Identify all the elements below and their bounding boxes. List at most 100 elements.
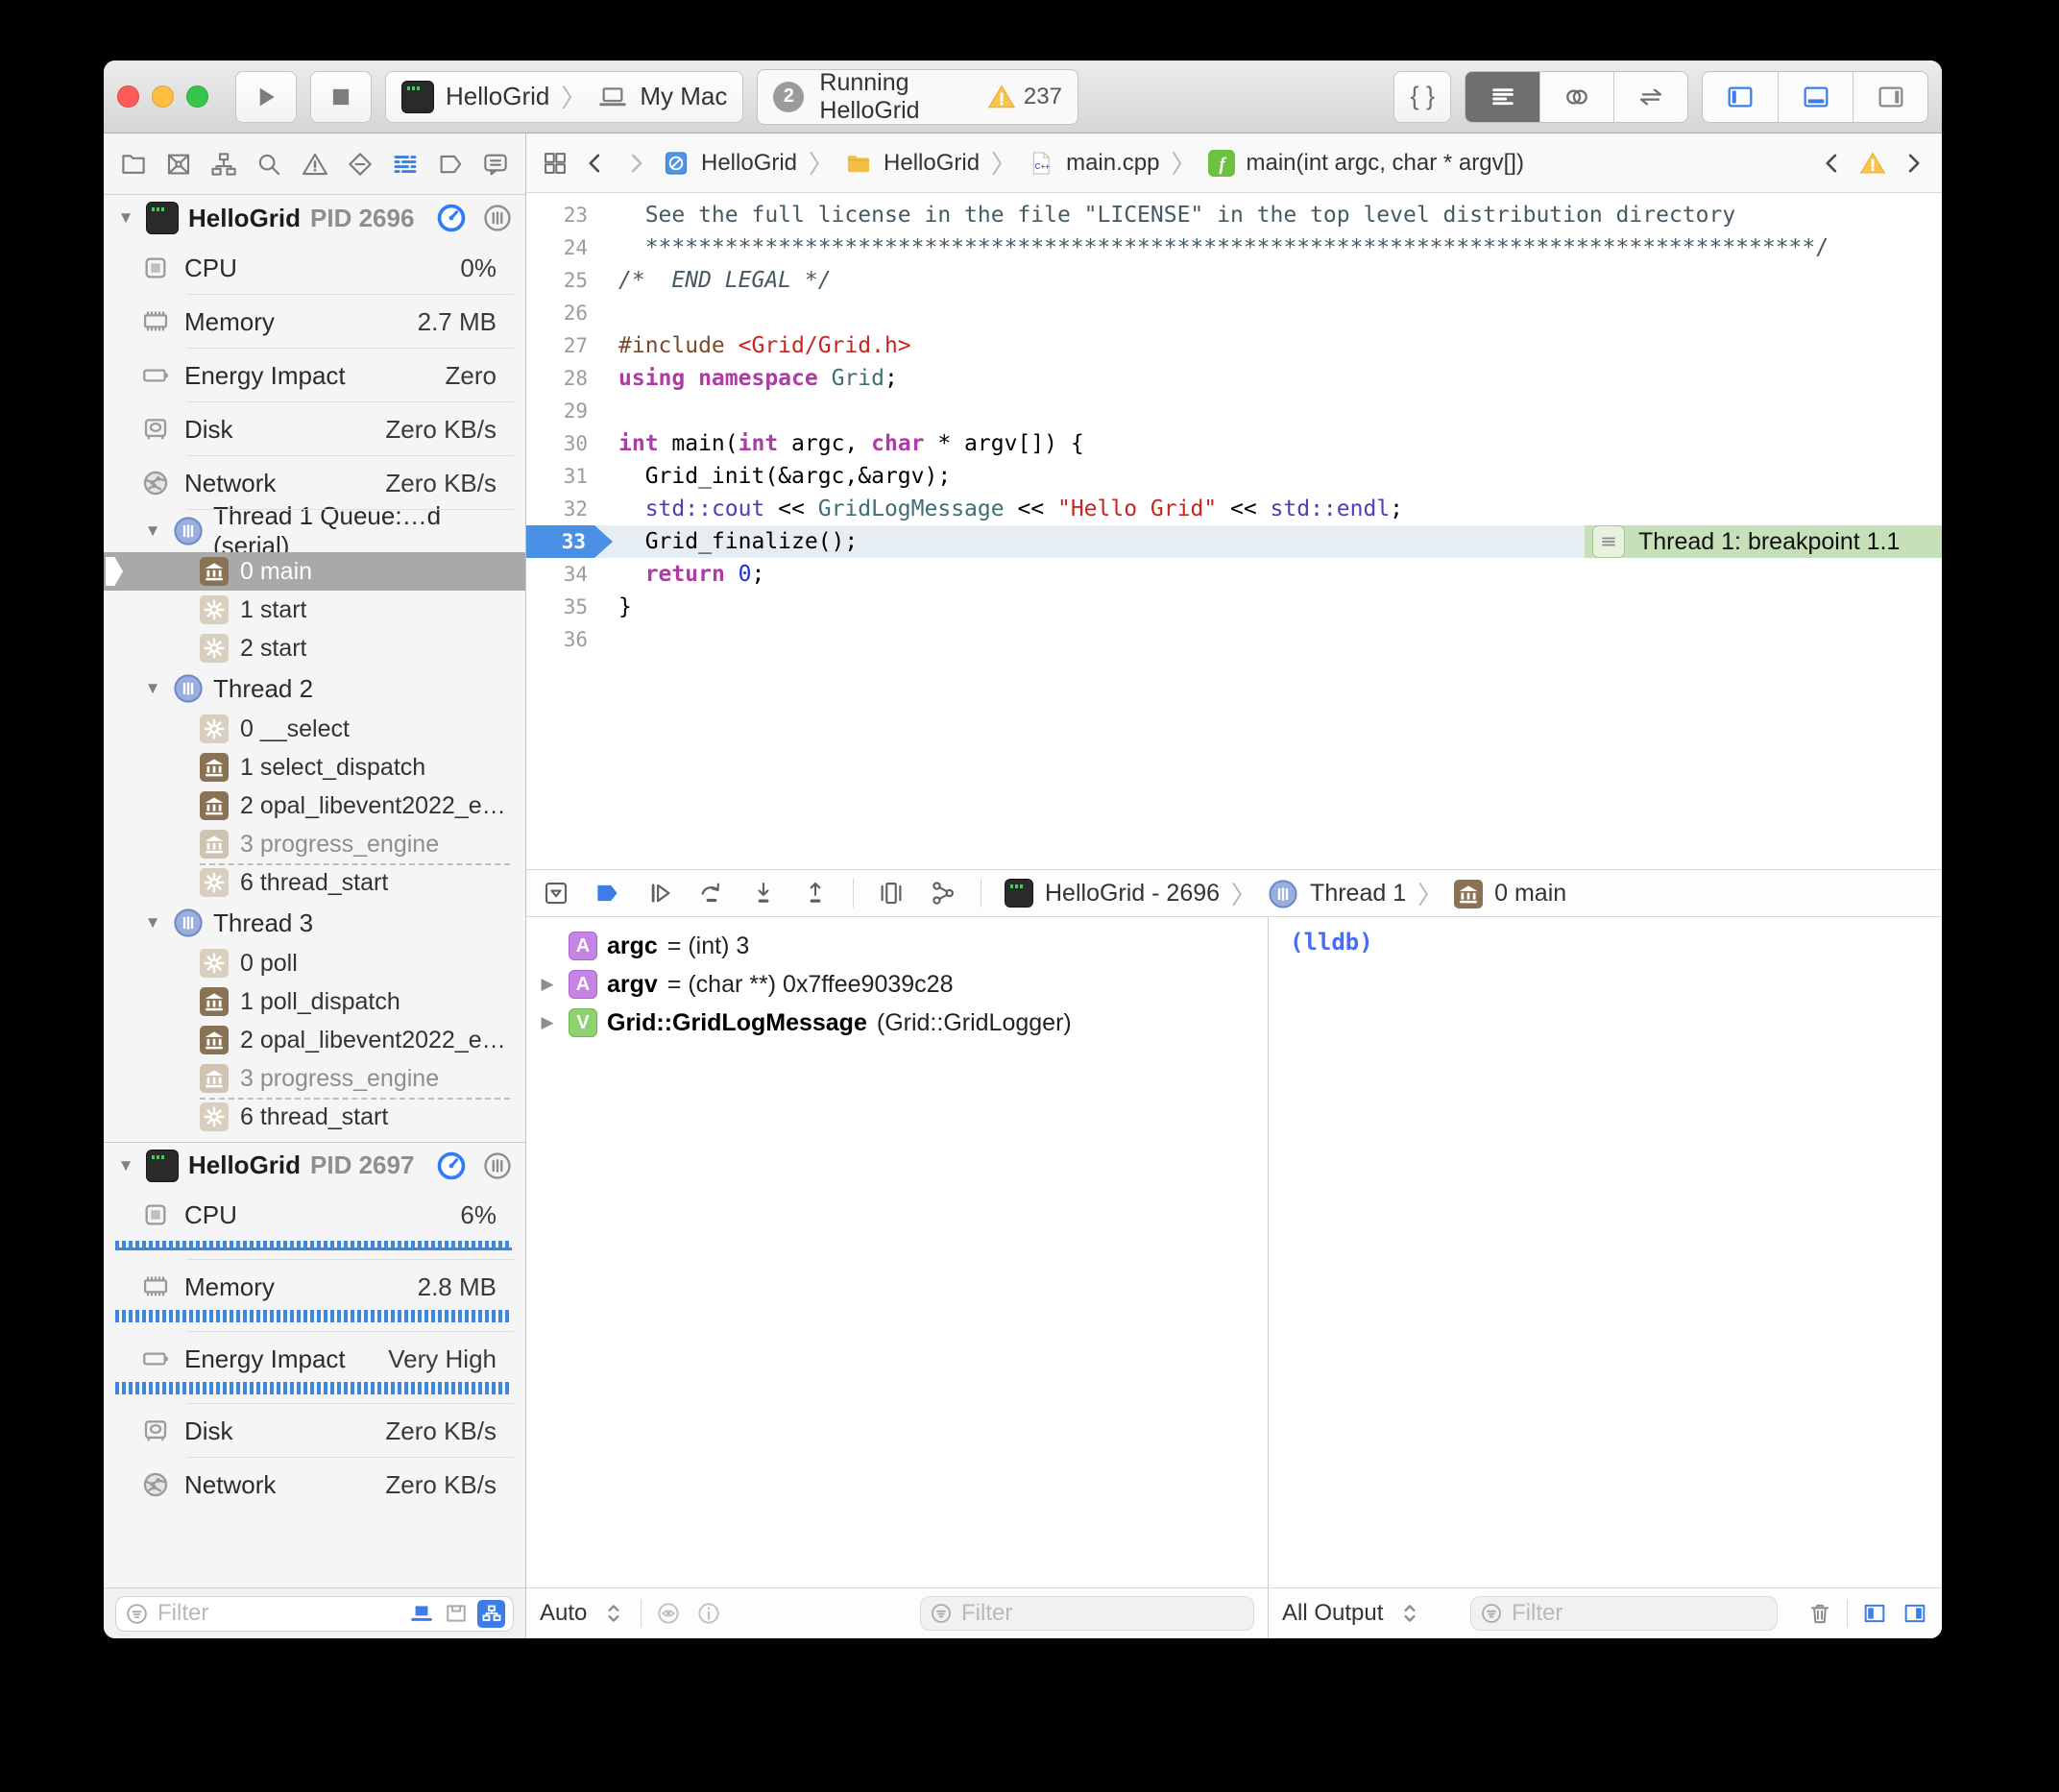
gauge-dial-icon[interactable] (435, 1150, 468, 1182)
stack-frame-row[interactable]: 1 poll_dispatch (104, 982, 525, 1021)
view-hierarchy-icon[interactable] (877, 879, 906, 908)
flat-view-icon[interactable] (408, 1600, 435, 1627)
variable-row[interactable]: Aargc = (int) 3 (526, 927, 1268, 965)
stack-frame-row[interactable]: 0 main (104, 552, 525, 591)
code-area[interactable]: 23 See the full license in the file "LIC… (526, 193, 1942, 869)
quicklook-icon[interactable] (655, 1600, 682, 1627)
back-icon[interactable] (582, 150, 609, 177)
next-issue-icon[interactable] (1900, 150, 1926, 177)
thread-row[interactable]: ▼Thread 2 (104, 667, 525, 710)
stack-frame-row[interactable]: 2 opal_libevent2022_ev… (104, 1021, 525, 1059)
navigator-debug-icon[interactable] (391, 150, 420, 179)
gauge-row-cpu[interactable]: CPU0% (104, 241, 525, 295)
line-number[interactable]: 27 (526, 329, 593, 362)
thread-view-toggle-icon[interactable] (481, 1150, 514, 1182)
console-filter-field[interactable]: Filter (1470, 1596, 1778, 1631)
toggle-debug-area-button[interactable] (1778, 72, 1853, 122)
stack-frame-row[interactable]: 2 opal_libevent2022_ev… (104, 787, 525, 825)
process-row[interactable]: ▼HelloGridPID 2696 (104, 195, 525, 241)
thread-view-toggle-icon[interactable] (481, 202, 514, 234)
process-row[interactable]: ▼HelloGridPID 2697 (104, 1142, 525, 1188)
breakpoint-annotation[interactable]: Thread 1: breakpoint 1.1 (1585, 525, 1942, 558)
assistant-editor-button[interactable] (1539, 72, 1613, 122)
jump-bar-item[interactable]: main(int argc, char * argv[]) (1247, 150, 1524, 177)
navigator-source-control-icon[interactable] (164, 150, 193, 179)
variable-row[interactable]: ▶VGrid::GridLogMessage (Grid::GridLogger… (526, 1004, 1268, 1042)
stack-frame-row[interactable]: 1 start (104, 591, 525, 629)
breakpoint-indicator[interactable]: 33 (526, 525, 613, 558)
show-console-view-icon[interactable] (1902, 1600, 1928, 1627)
debug-process-label[interactable]: HelloGrid - 2696 (1045, 880, 1220, 908)
stop-button[interactable] (310, 71, 372, 123)
thread-row[interactable]: ▼Thread 3 (104, 902, 525, 944)
frames-view-icon[interactable] (443, 1600, 470, 1627)
navigator-reports-icon[interactable] (481, 150, 510, 179)
gauge-row-energy-impact[interactable]: Energy ImpactZero (104, 349, 525, 402)
line-number[interactable]: 26 (526, 297, 593, 329)
variables-filter-field[interactable]: Filter (920, 1596, 1254, 1631)
jump-bar-item[interactable]: HelloGrid (701, 150, 797, 177)
navigator-issues-icon[interactable] (301, 150, 329, 179)
forward-icon[interactable] (622, 150, 649, 177)
updown-chevrons-icon[interactable] (1396, 1600, 1423, 1627)
line-number[interactable]: 35 (526, 591, 593, 623)
line-number[interactable]: 23 (526, 199, 593, 231)
standard-editor-button[interactable] (1466, 72, 1539, 122)
disclosure-triangle-icon[interactable]: ▼ (142, 521, 163, 541)
disclosure-triangle-icon[interactable]: ▼ (142, 913, 163, 932)
info-icon[interactable] (695, 1600, 722, 1627)
jump-bar-item[interactable]: main.cpp (1066, 150, 1159, 177)
navigator-filter-field[interactable]: Filter (115, 1596, 514, 1632)
stack-frame-row[interactable]: 3 progress_engine (104, 1059, 525, 1098)
gauge-row-network[interactable]: NetworkZero KB/s (104, 1458, 525, 1512)
line-number[interactable]: 34 (526, 558, 593, 591)
processes-view-icon[interactable] (477, 1600, 505, 1628)
gauge-row-disk[interactable]: DiskZero KB/s (104, 1404, 525, 1458)
disclosure-triangle-icon[interactable]: ▼ (115, 1156, 136, 1175)
disclosure-triangle-icon[interactable]: ▼ (115, 208, 136, 228)
step-out-icon[interactable] (801, 879, 830, 908)
variables-view[interactable]: Aargc = (int) 3▶Aargv = (char **) 0x7ffe… (526, 917, 1269, 1587)
memory-graph-icon[interactable] (929, 879, 957, 908)
navigator-project-icon[interactable] (119, 150, 148, 179)
step-over-icon[interactable] (697, 879, 726, 908)
console-scope-dropdown[interactable]: All Output (1282, 1600, 1383, 1627)
line-number[interactable]: 31 (526, 460, 593, 493)
warning-count[interactable]: 237 (987, 83, 1062, 111)
stack-frame-row[interactable]: 3 progress_engine (104, 825, 525, 863)
issue-warning-icon[interactable] (1859, 150, 1886, 177)
step-into-icon[interactable] (749, 879, 778, 908)
version-editor-button[interactable] (1613, 72, 1687, 122)
gauge-row-energy-impact[interactable]: Energy ImpactVery High (104, 1332, 525, 1404)
hide-debug-area-icon[interactable] (542, 879, 570, 908)
clear-console-icon[interactable] (1806, 1600, 1833, 1627)
debug-frame-label[interactable]: 0 main (1494, 880, 1566, 908)
continue-icon[interactable] (645, 879, 674, 908)
toggle-navigator-button[interactable] (1703, 72, 1778, 122)
gauge-row-memory[interactable]: Memory2.8 MB (104, 1260, 525, 1332)
related-items-icon[interactable] (542, 150, 569, 177)
close-window-button[interactable] (117, 85, 139, 108)
jump-bar-item[interactable]: HelloGrid (884, 150, 980, 177)
code-snippet-button[interactable]: { } (1393, 71, 1451, 123)
stack-frame-row[interactable]: 6 thread_start (104, 1098, 525, 1136)
minimize-window-button[interactable] (152, 85, 174, 108)
updown-chevrons-icon[interactable] (600, 1600, 627, 1627)
gauge-dial-icon[interactable] (435, 202, 468, 234)
previous-issue-icon[interactable] (1819, 150, 1846, 177)
navigator-symbols-icon[interactable] (209, 150, 238, 179)
scheme-selector[interactable]: HelloGrid 〉 My Mac (385, 71, 743, 123)
debug-thread-label[interactable]: Thread 1 (1310, 880, 1406, 908)
variable-row[interactable]: ▶Aargv = (char **) 0x7ffee9039c28 (526, 965, 1268, 1004)
gauge-row-disk[interactable]: DiskZero KB/s (104, 402, 525, 456)
line-number[interactable]: 30 (526, 427, 593, 460)
run-button[interactable] (235, 71, 297, 123)
show-variables-view-icon[interactable] (1861, 1600, 1888, 1627)
breakpoints-enabled-icon[interactable] (593, 879, 622, 908)
line-number[interactable]: 29 (526, 395, 593, 427)
stack-frame-row[interactable]: 0 poll (104, 944, 525, 982)
stack-frame-row[interactable]: 1 select_dispatch (104, 748, 525, 787)
line-number[interactable]: 28 (526, 362, 593, 395)
line-number[interactable]: 24 (526, 231, 593, 264)
disclosure-triangle-icon[interactable]: ▼ (142, 679, 163, 698)
